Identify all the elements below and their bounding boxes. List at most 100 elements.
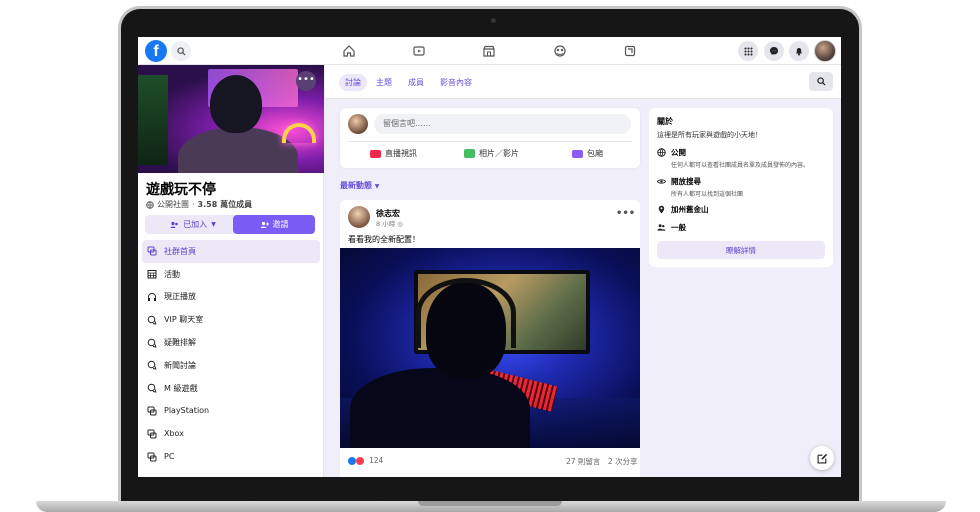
- sidebar-item-playstation[interactable]: PlayStation: [142, 400, 320, 423]
- watch-nav[interactable]: [410, 42, 428, 60]
- meta-separator: ·: [192, 200, 195, 209]
- about-location: 加州舊金山: [657, 204, 709, 215]
- love-reaction-icon: [356, 456, 364, 465]
- like-reaction-icon: [348, 456, 356, 465]
- about-location-text: 加州舊金山: [671, 205, 709, 214]
- sidebar-item-label: 新聞討論: [164, 360, 196, 370]
- post-more-button[interactable]: •••: [616, 208, 635, 219]
- about-public-desc: 任何人都可以查看社團成員名單及成員發佈的內容。: [671, 162, 810, 169]
- headphones-icon: [146, 291, 158, 303]
- tab-discussion[interactable]: 討論: [339, 74, 367, 91]
- sidebar-item-xbox[interactable]: Xbox: [142, 422, 320, 445]
- invite-label: 邀請: [272, 220, 289, 229]
- composer-input[interactable]: 留個言吧……: [374, 114, 631, 134]
- compose-icon: [817, 453, 827, 463]
- globe-icon: ◎: [397, 220, 403, 228]
- room-icon: [572, 149, 583, 158]
- about-title: 關於: [657, 117, 673, 126]
- sidebar-item-label: 活動: [164, 269, 180, 279]
- post-comment-share-stats[interactable]: 27 則留言 2 次分享: [566, 456, 638, 467]
- group-tabs-bar: 討論 主題 成員 影音內容: [325, 65, 841, 99]
- about-visible: 開放搜尋所有人都可以找到這個社團: [657, 176, 743, 198]
- chat-icon: [146, 337, 158, 349]
- cover-more-button[interactable]: •••: [296, 71, 316, 91]
- feed-sort-dropdown[interactable]: 最新動態 ▼: [340, 180, 379, 191]
- new-message-button[interactable]: [810, 446, 834, 470]
- tab-media[interactable]: 影音內容: [434, 74, 478, 91]
- messenger-button[interactable]: [764, 41, 784, 61]
- joined-label: 已加入: [183, 220, 208, 229]
- eye-icon: [657, 177, 666, 186]
- learn-more-button[interactable]: 瞭解詳情: [657, 241, 825, 259]
- about-type-text: 一般: [671, 223, 686, 232]
- live-video-icon: [370, 149, 381, 158]
- facebook-logo[interactable]: f: [145, 40, 167, 62]
- live-video-button[interactable]: 直播視訊: [370, 148, 417, 159]
- sidebar-item-label: 社群首頁: [164, 246, 196, 256]
- channel-icon: [146, 428, 158, 440]
- home-icon: [343, 45, 355, 57]
- tab-members[interactable]: 成員: [402, 74, 430, 91]
- about-visible-title: 開放搜尋: [671, 177, 701, 186]
- tab-topics[interactable]: 主題: [370, 74, 398, 91]
- group-name: 遊戲玩不停: [146, 182, 216, 198]
- gaming-icon: [624, 45, 636, 57]
- post-image[interactable]: [340, 248, 640, 448]
- channel-icon: [146, 405, 158, 417]
- about-visible-desc: 所有人都可以找到這個社團: [671, 191, 744, 198]
- community-home-icon: [146, 245, 158, 257]
- post-reactions[interactable]: 124: [348, 456, 383, 465]
- groups-nav[interactable]: [551, 42, 569, 60]
- chat-icon: [146, 382, 158, 394]
- sidebar-item-label: M 級遊戲: [164, 383, 198, 393]
- about-type: 一般: [657, 222, 686, 233]
- top-navigation-bar: f: [138, 37, 841, 65]
- sidebar-item-vip-chat[interactable]: VIP 聊天室: [142, 308, 320, 331]
- joined-button[interactable]: 已加入 ▼: [145, 215, 241, 234]
- feed-sort-label: 最新動態: [340, 181, 372, 190]
- sidebar-item-label: VIP 聊天室: [164, 315, 204, 325]
- search-icon: [816, 77, 826, 86]
- group-sidebar: ••• 遊戲玩不停 公開社團 · 3.58 萬位成員 已加入 ▼ 邀請 社群首頁…: [138, 65, 324, 477]
- post-composer: 留個言吧…… 直播視訊 相片／影片 包廂: [340, 108, 640, 168]
- sidebar-item-m-rated-games[interactable]: M 級遊戲: [142, 377, 320, 400]
- notifications-button[interactable]: [789, 41, 809, 61]
- video-icon: [413, 46, 425, 56]
- live-video-label: 直播視訊: [385, 149, 417, 158]
- gaming-nav[interactable]: [621, 42, 639, 60]
- groups-icon: [554, 45, 566, 57]
- photo-video-button[interactable]: 相片／影片: [464, 148, 519, 159]
- sidebar-item-now-playing[interactable]: 現正播放: [142, 286, 320, 309]
- add-person-icon: [260, 221, 269, 228]
- sidebar-item-label: 疑難排解: [164, 338, 196, 348]
- people-icon: [657, 223, 666, 232]
- photo-icon: [464, 149, 475, 158]
- sidebar-item-news-discussion[interactable]: 新聞討論: [142, 354, 320, 377]
- search-button[interactable]: [171, 41, 191, 61]
- globe-icon: [657, 148, 666, 157]
- marketplace-nav[interactable]: [480, 42, 498, 60]
- about-description: 這裡是所有玩家與遊戲的小天地！: [657, 131, 762, 139]
- sidebar-item-label: PlayStation: [164, 406, 210, 416]
- chat-icon: [146, 359, 158, 371]
- messenger-icon: [770, 47, 778, 55]
- room-button[interactable]: 包廂: [572, 148, 603, 159]
- room-label: 包廂: [587, 149, 603, 158]
- facebook-group-page: f ••• 遊戲玩不停 公開社團 · 3.58 萬位成員 已加入 ▼ 邀請 社群…: [138, 37, 841, 477]
- post-text: 看看我的全新配置！: [348, 235, 420, 244]
- group-search-button[interactable]: [809, 72, 833, 91]
- sidebar-item-community-home[interactable]: 社群首頁: [142, 240, 320, 263]
- sidebar-item-label: 現正播放: [164, 292, 196, 302]
- sidebar-item-events[interactable]: 活動: [142, 263, 320, 286]
- sidebar-item-label: Xbox: [164, 429, 184, 439]
- location-pin-icon: [657, 205, 666, 214]
- sidebar-item-pc[interactable]: PC: [142, 445, 320, 468]
- invite-button[interactable]: 邀請: [233, 215, 315, 234]
- home-nav[interactable]: [340, 42, 358, 60]
- reaction-count: 124: [369, 456, 384, 465]
- post-author-avatar[interactable]: [348, 206, 370, 228]
- menu-button[interactable]: [738, 41, 758, 61]
- profile-avatar[interactable]: [814, 40, 836, 62]
- sidebar-item-troubleshooting[interactable]: 疑難排解: [142, 331, 320, 354]
- group-meta: 公開社團 · 3.58 萬位成員: [146, 199, 252, 210]
